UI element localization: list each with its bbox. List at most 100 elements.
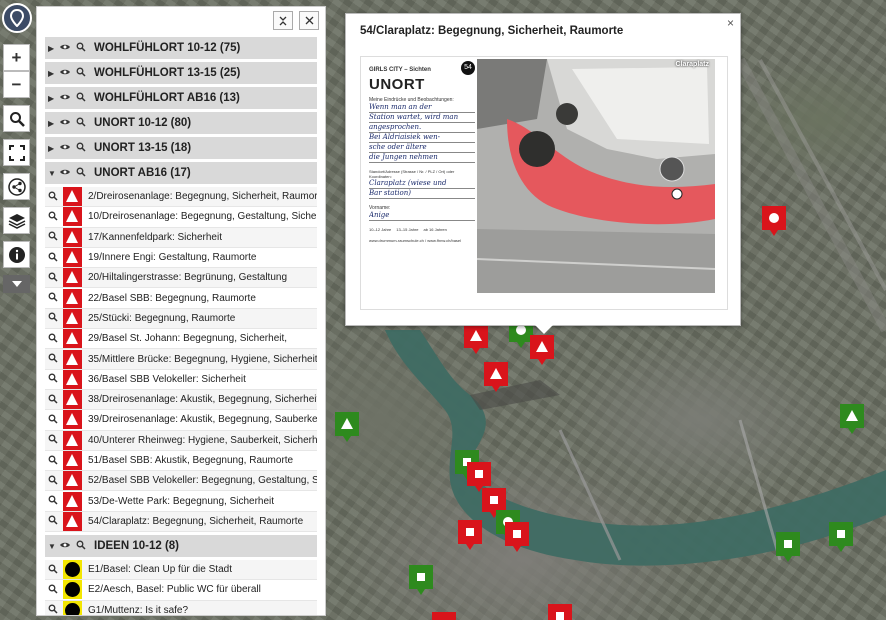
map-marker-unort[interactable] bbox=[505, 522, 529, 552]
legend-item[interactable]: 53/De-Wette Park: Begegnung, Sicherheit bbox=[45, 491, 317, 512]
zoom-to-feature-icon[interactable] bbox=[45, 211, 61, 223]
map-marker-unort[interactable] bbox=[548, 604, 572, 620]
layer-group-header[interactable]: ▼ UNORT AB16 (17) bbox=[45, 162, 317, 184]
share-button[interactable] bbox=[3, 173, 30, 200]
zoom-to-feature-icon[interactable] bbox=[45, 394, 61, 406]
legend-item[interactable]: 40/Unterer Rheinweg: Hygiene, Sauberkeit… bbox=[45, 430, 317, 451]
layer-group-header[interactable]: ▼ IDEEN 10-12 (8) bbox=[45, 535, 317, 558]
zoom-to-feature-icon[interactable] bbox=[45, 604, 61, 615]
legend-item[interactable]: 17/Kannenfeldpark: Sicherheit bbox=[45, 227, 317, 248]
legend-item[interactable]: 25/Stücki: Begegnung, Raumorte bbox=[45, 308, 317, 330]
search-button[interactable] bbox=[3, 105, 30, 132]
legend-item[interactable]: 35/Mittlere Brücke: Begegnung, Hygiene, … bbox=[45, 349, 317, 370]
zoom-to-feature-icon[interactable] bbox=[45, 584, 61, 596]
zoom-to-feature-icon[interactable] bbox=[45, 475, 61, 487]
legend-item[interactable]: 19/Innere Engi: Gestaltung, Raumorte bbox=[45, 248, 317, 269]
zoom-to-layer-icon[interactable] bbox=[74, 92, 88, 104]
map-marker-unort-selected[interactable] bbox=[530, 335, 554, 365]
zoom-to-feature-icon[interactable] bbox=[45, 252, 61, 264]
zoom-to-feature-icon[interactable] bbox=[45, 333, 61, 345]
zoom-to-feature-icon[interactable] bbox=[45, 191, 61, 203]
legend-item[interactable]: G1/Muttenz: Is it safe? bbox=[45, 600, 317, 615]
zoom-to-layer-icon[interactable] bbox=[74, 540, 88, 552]
legend-item[interactable]: 51/Basel SBB: Akustik, Begegnung, Raumor… bbox=[45, 451, 317, 472]
legend-item[interactable]: 22/Basel SBB: Begegnung, Raumorte bbox=[45, 288, 317, 309]
eye-icon[interactable] bbox=[58, 93, 72, 103]
layer-group-header[interactable]: ▶ WOHLFÜHLORT 13-15 (25) bbox=[45, 62, 317, 84]
caret-right-icon[interactable]: ▶ bbox=[48, 119, 58, 128]
legend-item[interactable]: 36/Basel SBB Velokeller: Sicherheit bbox=[45, 369, 317, 390]
caret-down-icon[interactable]: ▼ bbox=[48, 542, 58, 551]
zoom-to-layer-icon[interactable] bbox=[74, 67, 88, 79]
map-marker-wohlfuehlort[interactable] bbox=[335, 412, 359, 442]
legend-item[interactable]: 54/Claraplatz: Begegnung, Sicherheit, Ra… bbox=[45, 511, 317, 533]
map-marker-unort[interactable] bbox=[458, 520, 482, 550]
legend-item[interactable]: 2/Dreirosenanlage: Begegnung, Sicherheit… bbox=[45, 187, 317, 208]
zoom-to-feature-icon[interactable] bbox=[45, 272, 61, 284]
map-marker-unort[interactable] bbox=[482, 488, 506, 518]
zoom-to-layer-icon[interactable] bbox=[74, 167, 88, 179]
zoom-to-layer-icon[interactable] bbox=[74, 117, 88, 129]
legend-item[interactable]: 29/Basel St. Johann: Begegnung, Sicherhe… bbox=[45, 329, 317, 350]
square-icon bbox=[837, 530, 845, 538]
legend-item[interactable]: 39/Dreirosenanlage: Akustik, Begegnung, … bbox=[45, 410, 317, 431]
map-marker-unort[interactable] bbox=[464, 324, 488, 354]
legend-item[interactable]: 20/Hiltalingerstrasse: Begrünung, Gestal… bbox=[45, 268, 317, 289]
logo-pin-icon[interactable] bbox=[2, 3, 32, 33]
legend-item[interactable]: E2/Aesch, Basel: Public WC für überall bbox=[45, 580, 317, 601]
legend-item[interactable]: 10/Dreirosenanlage: Begegnung, Gestaltun… bbox=[45, 207, 317, 228]
eye-icon[interactable] bbox=[58, 118, 72, 128]
layers-button[interactable] bbox=[3, 207, 30, 234]
more-tools-button[interactable] bbox=[3, 275, 30, 293]
survey-card-image[interactable]: GIRLS CITY – Sichten 54 UNORT Meine Eind… bbox=[360, 56, 728, 310]
layer-group-header[interactable]: ▶ UNORT 13-15 (18) bbox=[45, 137, 317, 159]
layer-group-header[interactable]: ▶ UNORT 10-12 (80) bbox=[45, 112, 317, 134]
map-marker-wohlfuehlort[interactable] bbox=[840, 404, 864, 434]
layer-group-header[interactable]: ▶ WOHLFÜHLORT 10-12 (75) bbox=[45, 37, 317, 59]
eye-icon[interactable] bbox=[58, 541, 72, 551]
zoom-in-button[interactable]: + bbox=[3, 44, 30, 71]
eye-icon[interactable] bbox=[58, 68, 72, 78]
legend-item[interactable]: 38/Dreirosenanlage: Akustik, Begegnung, … bbox=[45, 389, 317, 411]
popup-close-button[interactable]: × bbox=[727, 16, 734, 30]
legend-item[interactable]: E1/Basel: Clean Up für die Stadt bbox=[45, 560, 317, 581]
eye-icon[interactable] bbox=[58, 168, 72, 178]
layer-group-header[interactable]: ▶ WOHLFÜHLORT AB16 (13) bbox=[45, 87, 317, 109]
info-button[interactable] bbox=[3, 241, 30, 268]
zoom-to-layer-icon[interactable] bbox=[74, 142, 88, 154]
caret-right-icon[interactable]: ▶ bbox=[48, 44, 58, 53]
caret-right-icon[interactable]: ▶ bbox=[48, 94, 58, 103]
zoom-to-feature-icon[interactable] bbox=[45, 353, 61, 365]
zoom-to-feature-icon[interactable] bbox=[45, 564, 61, 576]
map-marker-wohlfuehlort[interactable] bbox=[829, 522, 853, 552]
map-marker-unort[interactable] bbox=[484, 362, 508, 392]
zoom-to-layer-icon[interactable] bbox=[74, 42, 88, 54]
fullscreen-button[interactable] bbox=[3, 139, 30, 166]
zoom-to-feature-icon[interactable] bbox=[45, 231, 61, 243]
zoom-to-feature-icon[interactable] bbox=[45, 495, 61, 507]
map-marker-wohlfuehlort[interactable] bbox=[409, 565, 433, 595]
square-icon bbox=[466, 528, 474, 536]
zoom-to-feature-icon[interactable] bbox=[45, 455, 61, 467]
zoom-out-button[interactable]: − bbox=[3, 71, 30, 98]
zoom-to-feature-icon[interactable] bbox=[45, 434, 61, 446]
legend-item[interactable]: 52/Basel SBB Velokeller: Begegnung, Gest… bbox=[45, 471, 317, 492]
close-panel-button[interactable] bbox=[299, 11, 319, 30]
zoom-to-feature-icon[interactable] bbox=[45, 373, 61, 385]
map-marker-unort[interactable] bbox=[432, 612, 456, 620]
eye-icon[interactable] bbox=[58, 43, 72, 53]
eye-icon[interactable] bbox=[58, 143, 72, 153]
photo-label: Claraplatz bbox=[675, 61, 709, 68]
zoom-to-feature-icon[interactable] bbox=[45, 515, 61, 527]
map-marker-unort[interactable] bbox=[762, 206, 786, 236]
caret-down-icon[interactable]: ▼ bbox=[48, 169, 58, 178]
map-marker-wohlfuehlort[interactable] bbox=[776, 532, 800, 562]
zoom-to-feature-icon[interactable] bbox=[45, 312, 61, 324]
zoom-to-feature-icon[interactable] bbox=[45, 414, 61, 426]
caret-right-icon[interactable]: ▶ bbox=[48, 69, 58, 78]
map-marker-unort[interactable] bbox=[467, 462, 491, 492]
age-options: 10–12 Jahre 13–15 Jahre ab 16 Jahren bbox=[369, 227, 475, 232]
zoom-to-feature-icon[interactable] bbox=[45, 292, 61, 304]
collapse-panel-button[interactable] bbox=[273, 11, 293, 30]
caret-right-icon[interactable]: ▶ bbox=[48, 144, 58, 153]
